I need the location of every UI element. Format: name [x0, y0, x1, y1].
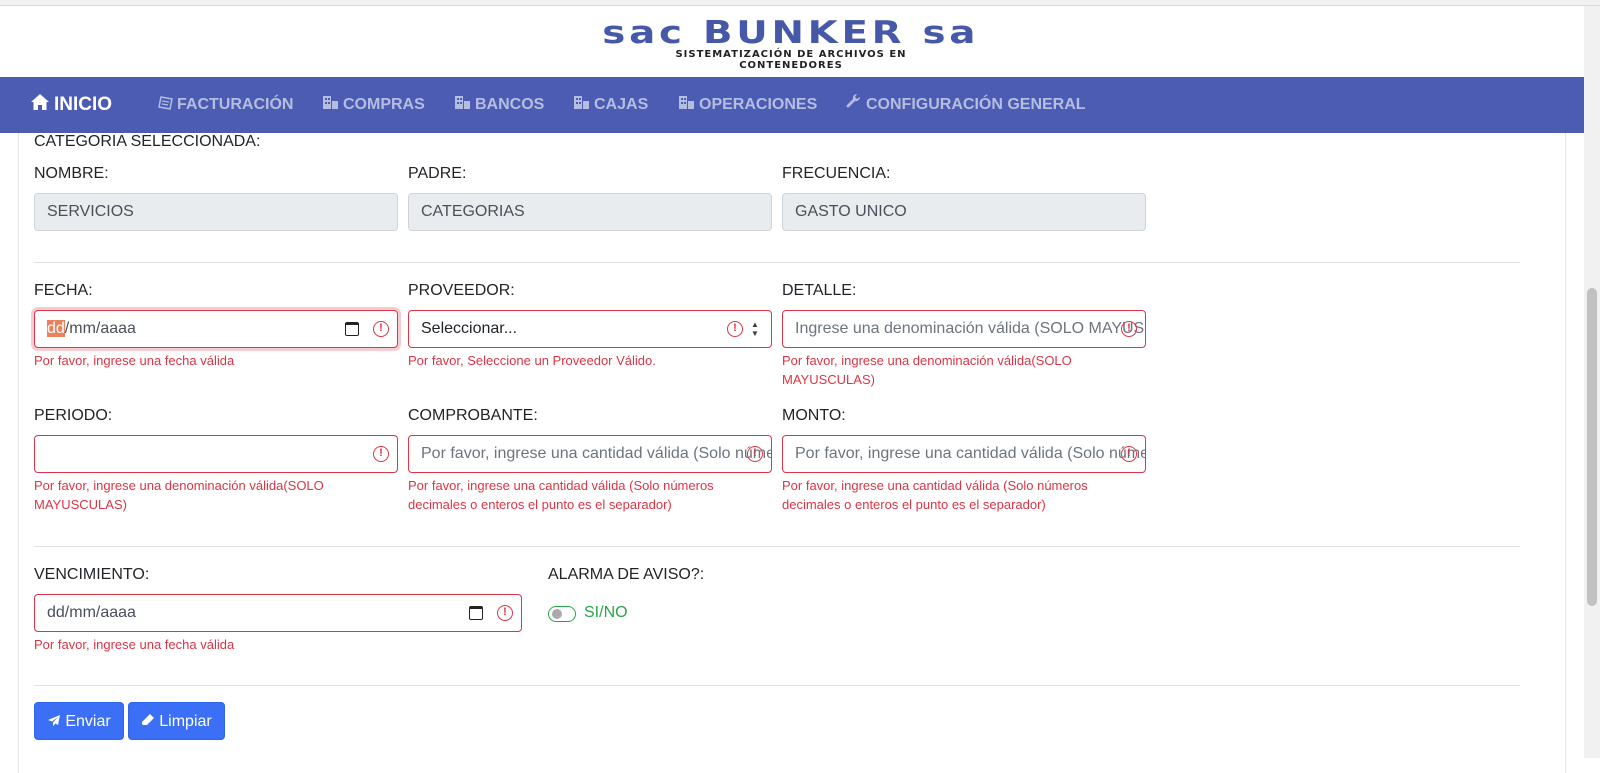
- periodo-label: PERIODO:: [34, 407, 113, 424]
- eraser-icon: [141, 704, 155, 742]
- select-arrows-icon: ▲ ▼: [751, 320, 759, 338]
- brand-name: sac BUNKER sa: [602, 15, 980, 51]
- nav-compras[interactable]: COMPRAS: [322, 77, 425, 133]
- nav-operaciones[interactable]: OPERACIONES: [678, 77, 817, 133]
- vencimiento-label: VENCIMIENTO:: [34, 566, 150, 583]
- nav-cajas[interactable]: CAJAS: [573, 77, 648, 133]
- clear-label: Limpiar: [159, 713, 212, 730]
- building-icon: [573, 78, 590, 134]
- frecuencia-label: FRECUENCIA:: [782, 165, 891, 182]
- proveedor-selected: Seleccionar...: [421, 320, 518, 337]
- nav-cajas-label: CAJAS: [594, 96, 649, 113]
- detalle-error: Por favor, ingrese una denominación váli…: [782, 353, 1072, 387]
- nav-configuracion-label: CONFIGURACIÓN GENERAL: [866, 96, 1086, 113]
- invalid-icon: !: [727, 321, 743, 337]
- periodo-input[interactable]: !: [34, 435, 398, 473]
- brand-logo[interactable]: sac BUNKER sa SISTEMATIZACIÓN DE ARCHIVO…: [603, 18, 976, 72]
- comprobante-input[interactable]: Por favor, ingrese una cantidad válida (…: [408, 435, 772, 473]
- fecha-error: Por favor, ingrese una fecha válida: [34, 353, 235, 368]
- proveedor-select[interactable]: Seleccionar... ! ▲ ▼: [408, 310, 772, 348]
- fecha-day-segment: dd: [47, 320, 65, 337]
- monto-input[interactable]: Por favor, ingrese una cantidad válida (…: [782, 435, 1146, 473]
- nombre-label: NOMBRE:: [34, 165, 109, 182]
- fecha-rest: /mm/aaaa: [64, 320, 136, 337]
- nav-home-label: INICIO: [54, 94, 113, 115]
- toggle-knob: [552, 609, 562, 619]
- vencimiento-error: Por favor, ingrese una fecha válida: [34, 637, 235, 652]
- site-header: sac BUNKER sa SISTEMATIZACIÓN DE ARCHIVO…: [0, 6, 1584, 77]
- alarma-toggle[interactable]: [548, 606, 576, 622]
- building-icon: [454, 78, 471, 134]
- brand-tagline: SISTEMATIZACIÓN DE ARCHIVOS EN CONTENEDO…: [675, 49, 907, 71]
- calendar-icon[interactable]: [345, 322, 359, 336]
- nav-facturacion[interactable]: FACTURACIÓN: [158, 77, 293, 133]
- comprobante-error: Por favor, ingrese una cantidad válida (…: [408, 478, 714, 512]
- section-divider: [34, 546, 1520, 547]
- paper-plane-icon: [47, 704, 61, 742]
- alarma-label: ALARMA DE AVISO?:: [548, 566, 705, 583]
- monto-placeholder: Por favor, ingrese una cantidad válida (…: [795, 445, 1145, 462]
- nav-operaciones-label: OPERACIONES: [699, 96, 818, 113]
- invalid-icon: !: [497, 605, 513, 621]
- comprobante-label: COMPROBANTE:: [408, 407, 538, 424]
- padre-field: CATEGORIAS: [408, 193, 772, 231]
- fecha-date-input[interactable]: dd/mm/aaaa !: [34, 310, 398, 348]
- invalid-icon: !: [1121, 446, 1137, 462]
- nav-bancos[interactable]: BANCOS: [454, 77, 544, 133]
- proveedor-label: PROVEEDOR:: [408, 282, 515, 299]
- category-heading: CATEGORIA SELECCIONADA:: [34, 133, 261, 150]
- vencimiento-date-input[interactable]: dd/mm/aaaa !: [34, 594, 522, 632]
- frecuencia-field: GASTO UNICO: [782, 193, 1146, 231]
- section-divider: [34, 262, 1520, 263]
- nav-bancos-label: BANCOS: [475, 96, 545, 113]
- proveedor-error: Por favor, Seleccione un Proveedor Válid…: [408, 353, 656, 368]
- section-divider: [34, 685, 1520, 686]
- nombre-field: SERVICIOS: [34, 193, 398, 231]
- nav-configuracion[interactable]: CONFIGURACIÓN GENERAL: [846, 77, 1086, 133]
- invalid-icon: !: [747, 446, 763, 462]
- home-icon: [30, 78, 50, 134]
- vencimiento-value: dd/mm/aaaa: [47, 604, 136, 621]
- nav-home[interactable]: INICIO: [30, 77, 112, 133]
- submit-label: Enviar: [65, 713, 111, 730]
- nav-compras-label: COMPRAS: [343, 96, 425, 113]
- monto-label: MONTO:: [782, 407, 846, 424]
- invalid-icon: !: [1121, 321, 1137, 337]
- invoice-icon: [158, 78, 173, 134]
- comprobante-placeholder: Por favor, ingrese una cantidad válida (…: [421, 445, 771, 462]
- calendar-icon[interactable]: [469, 606, 483, 620]
- monto-error: Por favor, ingrese una cantidad válida (…: [782, 478, 1088, 512]
- periodo-error: Por favor, ingrese una denominación váli…: [34, 478, 324, 512]
- invalid-icon: !: [373, 321, 389, 337]
- building-icon: [322, 78, 339, 134]
- clear-button[interactable]: Limpiar: [128, 702, 225, 740]
- building-icon: [678, 78, 695, 134]
- wrench-icon: [846, 78, 862, 134]
- submit-button[interactable]: Enviar: [34, 702, 124, 740]
- detalle-input[interactable]: Ingrese una denominación válida (SOLO MA…: [782, 310, 1146, 348]
- alarma-toggle-label[interactable]: SI/NO: [584, 604, 628, 622]
- detalle-label: DETALLE:: [782, 282, 857, 299]
- invalid-icon: !: [373, 446, 389, 462]
- main-navbar: INICIO FACTURACIÓN COMPRAS BANCOS CAJAS …: [0, 77, 1584, 133]
- detalle-placeholder: Ingrese una denominación válida (SOLO MA…: [795, 320, 1145, 337]
- fecha-label: FECHA:: [34, 282, 93, 299]
- padre-label: PADRE:: [408, 165, 467, 182]
- nav-facturacion-label: FACTURACIÓN: [177, 96, 294, 113]
- scrollbar-thumb[interactable]: [1587, 288, 1597, 606]
